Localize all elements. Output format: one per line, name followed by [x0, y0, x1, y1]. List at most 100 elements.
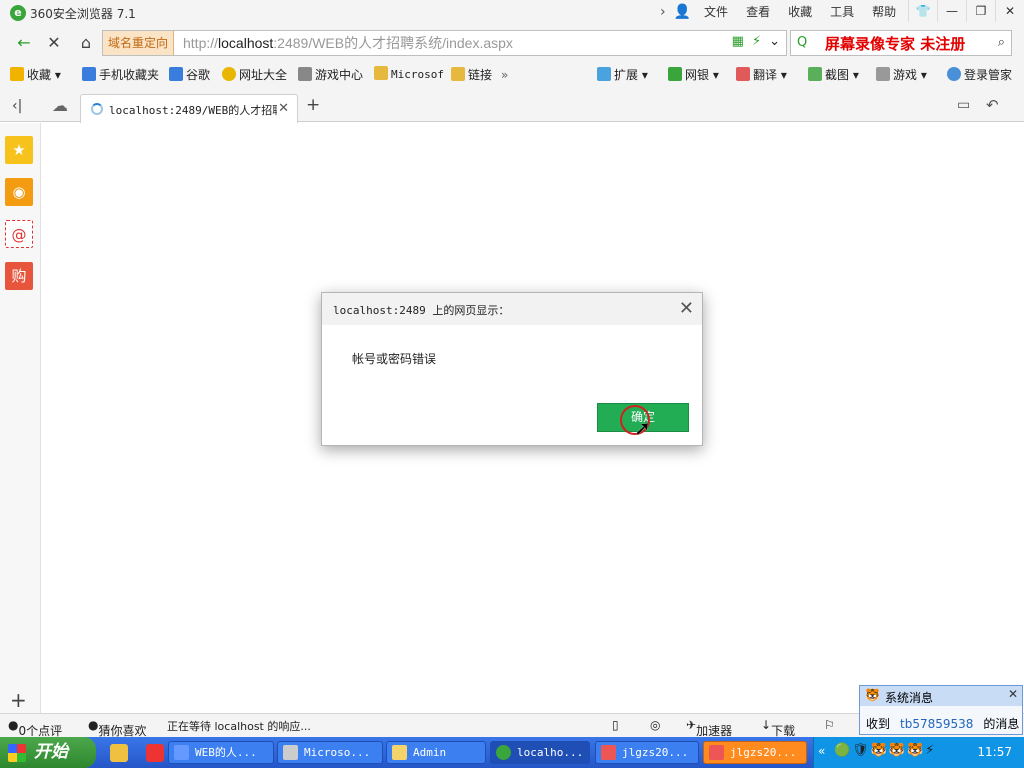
flag-icon[interactable]: ⚐	[824, 718, 835, 732]
taskbar-item-microsoft[interactable]: Microso...	[277, 741, 383, 764]
bookmark-mobile[interactable]: 手机收藏夹	[82, 66, 159, 84]
tab-bar: ‹| ☁ localhost:2489/WEB的人才招聘 ✕ + ▭ ↶	[0, 90, 1024, 123]
popup-body: 收到 tb57859538 的消息	[866, 717, 1020, 731]
translate-icon	[736, 67, 750, 81]
game-icon	[876, 67, 890, 81]
loading-spinner-icon	[91, 103, 103, 115]
quicklaunch-icon[interactable]	[110, 744, 128, 762]
menu-favorites[interactable]: 收藏	[779, 3, 821, 21]
more-bookmarks-icon[interactable]: »	[501, 66, 508, 84]
taskbar: 开始 WEB的人... Microso... Admin localho... …	[0, 737, 1024, 768]
restore-icon[interactable]: ❐	[966, 0, 995, 22]
app-icon	[601, 745, 616, 760]
window-controls: 👕 — ❐ ✕	[908, 0, 1024, 22]
user-icon[interactable]: 👤	[670, 3, 695, 21]
search-icon[interactable]: ⌕	[998, 35, 1005, 50]
login-search-icon	[947, 67, 961, 81]
search-box[interactable]: Q 屏幕录像专家 未注册 ⌕	[790, 30, 1012, 56]
menu-file[interactable]: 文件	[695, 3, 737, 21]
dialog-close-icon[interactable]: ✕	[679, 298, 694, 319]
undo-close-icon[interactable]: ↶	[986, 96, 999, 114]
stop-icon[interactable]: ✕	[42, 32, 66, 54]
recorder-watermark: 屏幕录像专家 未注册	[825, 35, 966, 53]
weibo-icon[interactable]: ◉	[5, 178, 33, 206]
minimize-icon[interactable]: —	[937, 0, 966, 22]
home-icon[interactable]: ⌂	[74, 32, 98, 54]
tray-expand-icon[interactable]: «	[818, 744, 825, 758]
tool-games[interactable]: 游戏 ▾	[876, 66, 927, 84]
accelerator-button[interactable]: ✈ 加速器	[686, 718, 732, 738]
refresh-circle-icon[interactable]: ◎	[650, 718, 660, 732]
bookmark-folder-microsoft[interactable]: Microsof	[374, 66, 444, 84]
taskbar-item-jlgzs-2[interactable]: jlgzs20...	[703, 741, 807, 764]
menu-bar: › 👤 文件 查看 收藏 工具 帮助	[656, 3, 905, 21]
guess-you-like[interactable]: ● 猜你喜欢	[88, 718, 147, 738]
taskbar-item-jlgzs-1[interactable]: jlgzs20...	[595, 741, 699, 764]
back-arrow-icon[interactable]: ←	[12, 32, 36, 54]
tray-icons[interactable]: 🟢🛡🐯🐯🐯⚡	[834, 743, 936, 758]
tool-login-manager[interactable]: 登录管家	[947, 66, 1012, 84]
chevron-right-icon[interactable]: ›	[656, 3, 670, 21]
browser-logo-icon: e	[10, 5, 26, 21]
taskbar-item-admin[interactable]: Admin	[386, 741, 486, 764]
cloud-icon[interactable]: ☁	[52, 96, 68, 115]
menu-tools[interactable]: 工具	[821, 3, 863, 21]
sidebar: ★ ◉ @ 购	[0, 123, 41, 713]
new-tab-icon[interactable]: +	[306, 95, 320, 115]
clock: 11:57	[977, 745, 1012, 759]
shirt-icon[interactable]: 👕	[908, 0, 937, 22]
taskbar-item-localhost[interactable]: localho...	[490, 741, 590, 764]
bookmark-directory[interactable]: 网址大全	[222, 66, 287, 84]
mail-icon[interactable]: @	[5, 220, 33, 248]
bookmark-google[interactable]: 谷歌	[169, 66, 210, 84]
navigation-bar: ← ✕ ⌂ 域名重定向 http://localhost:2489/WEB的人才…	[0, 26, 1024, 60]
download-button[interactable]: ↓ 下载	[761, 718, 795, 738]
gamepad-icon	[298, 67, 312, 81]
lightning-icon[interactable]: ⚡	[752, 34, 761, 49]
tool-ebank[interactable]: 网银 ▾	[668, 66, 719, 84]
title-bar: e 360安全浏览器 7.1 › 👤 文件 查看 收藏 工具 帮助 👕 — ❐ …	[0, 0, 1024, 26]
taskbar-item-web[interactable]: WEB的人...	[168, 741, 274, 764]
mouse-cursor-icon: ➚	[634, 416, 651, 440]
bookmark-folder-links[interactable]: 链接	[451, 66, 492, 84]
start-button[interactable]: 开始	[0, 737, 96, 768]
bookmarks-bar: 收藏 ▾ 手机收藏夹 谷歌 网址大全 游戏中心 Microsof 链接 » 扩展…	[0, 60, 1024, 90]
app-title: 360安全浏览器 7.1	[30, 7, 136, 21]
folder-icon	[451, 67, 465, 81]
phone-sync-icon[interactable]: ▯	[612, 718, 619, 732]
favorites-star-icon[interactable]: ★	[5, 136, 33, 164]
bookmark-games[interactable]: 游戏中心	[298, 66, 363, 84]
menu-view[interactable]: 查看	[737, 3, 779, 21]
popup-user-link[interactable]: tb57859538	[900, 717, 973, 731]
tab-list-icon[interactable]: ▭	[957, 97, 970, 113]
popup-title: 系统消息	[885, 691, 934, 705]
tool-screenshot[interactable]: 截图 ▾	[808, 66, 859, 84]
search-engine-icon[interactable]: Q	[797, 35, 807, 50]
sidebar-add-icon[interactable]: +	[10, 688, 27, 712]
menu-help[interactable]: 帮助	[863, 3, 905, 21]
bookmark-favorites[interactable]: 收藏 ▾	[10, 66, 61, 84]
tab-close-icon[interactable]: ✕	[278, 101, 289, 116]
app-icon	[709, 745, 724, 760]
reviews-count[interactable]: ● 0个点评	[8, 718, 62, 738]
star-add-icon	[10, 67, 24, 81]
shopping-icon[interactable]: 购	[5, 262, 33, 290]
scissors-icon	[808, 67, 822, 81]
chevron-down-icon[interactable]: ⌄	[769, 34, 780, 49]
address-bar[interactable]: 域名重定向 http://localhost:2489/WEB的人才招聘系统/i…	[102, 30, 787, 56]
shield-bank-icon	[668, 67, 682, 81]
folder-icon	[392, 745, 407, 760]
redirect-badge: 域名重定向	[103, 31, 175, 55]
qrcode-icon[interactable]: ▦	[732, 34, 744, 49]
popup-close-icon[interactable]: ✕	[1008, 687, 1018, 701]
tab-active[interactable]: localhost:2489/WEB的人才招聘 ✕	[80, 94, 298, 123]
quicklaunch-s-icon[interactable]	[146, 744, 164, 762]
close-icon[interactable]: ✕	[995, 0, 1024, 22]
address-url[interactable]: http://localhost:2489/WEB的人才招聘系统/index.a…	[183, 31, 513, 55]
tool-extensions[interactable]: 扩展 ▾	[597, 66, 648, 84]
tool-translate[interactable]: 翻译 ▾	[736, 66, 787, 84]
dialog-message: 帐号或密码错误	[352, 352, 437, 366]
loading-status: 正在等待 localhost 的响应...	[167, 720, 311, 733]
plus-circle-icon	[222, 67, 236, 81]
sidebar-toggle-icon[interactable]: ‹|	[12, 98, 22, 114]
